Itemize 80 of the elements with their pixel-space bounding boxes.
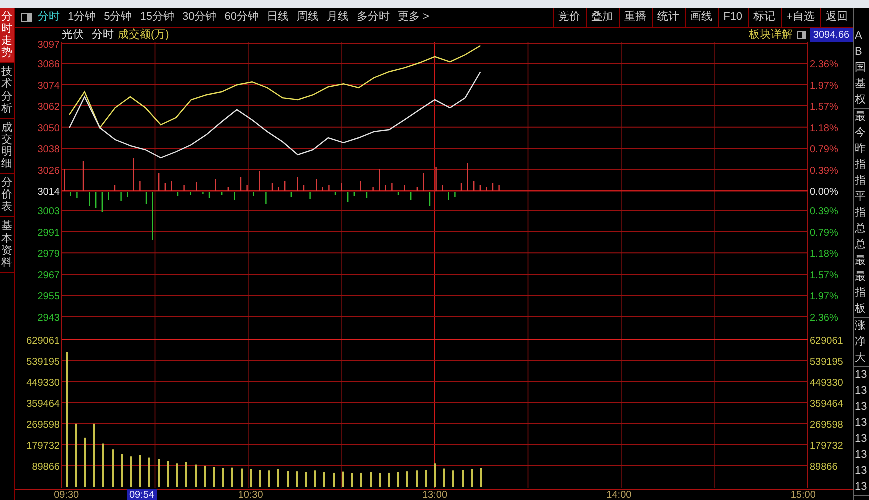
time-label: 10:30 — [238, 490, 264, 500]
sector-name: 光伏 — [62, 28, 84, 43]
info-label: 13 — [854, 432, 868, 447]
percent-label: 0.39% — [810, 166, 838, 177]
axis-label: 89866 — [32, 462, 60, 473]
axis-label: 2991 — [38, 228, 60, 239]
info-label: 昨 — [854, 142, 867, 157]
info-label: 指 — [854, 286, 867, 301]
info-label: 13 — [854, 480, 868, 495]
info-label: 13 — [854, 448, 868, 463]
info-label: 指 — [854, 174, 867, 189]
percent-label: 1.57% — [810, 270, 838, 282]
percent-label: 0.00% — [810, 187, 838, 198]
info-label: 最 — [854, 270, 867, 285]
cursor-time-label: 09:54 — [127, 489, 157, 500]
indicator-label: 成交额(万) — [118, 28, 170, 43]
info-label: 权 — [854, 93, 867, 108]
axis-label: 179732 — [810, 441, 844, 452]
axis-label: 629061 — [810, 336, 844, 347]
info-label: 指 — [854, 206, 867, 221]
info-label: 涨 — [854, 319, 867, 334]
time-label: 14:00 — [606, 490, 632, 500]
percent-label: 0.79% — [810, 228, 838, 239]
axis-label: 3086 — [38, 60, 60, 70]
percent-label: 1.18% — [810, 249, 838, 260]
info-label: 最 — [854, 110, 867, 125]
axis-label: 3014 — [38, 187, 60, 198]
info-label: 板 — [854, 302, 867, 317]
axis-label: 3038 — [38, 144, 60, 156]
axis-label: 2943 — [38, 313, 60, 324]
axis-label: 629061 — [26, 336, 60, 347]
info-label: 13 — [854, 464, 868, 479]
info-label: 平 — [854, 190, 867, 205]
axis-label: 539195 — [26, 357, 60, 368]
axis-label: 3003 — [38, 206, 60, 218]
time-label: 13:00 — [422, 490, 448, 500]
axis-label: 269598 — [810, 420, 844, 431]
axis-label: 179732 — [26, 441, 60, 452]
percent-label: 1.57% — [810, 102, 838, 114]
info-label: A — [854, 29, 864, 44]
axis-label: 449330 — [810, 378, 844, 389]
info-label: 13 — [854, 384, 868, 399]
time-label: 09:30 — [54, 490, 80, 500]
axis-label: 3026 — [38, 166, 60, 177]
axis-label: 2979 — [38, 249, 60, 260]
percent-label: 2.36% — [810, 313, 838, 324]
info-label: 总 — [854, 222, 867, 237]
axis-label: 359464 — [810, 399, 844, 410]
info-label: 13 — [854, 400, 868, 415]
axis-label: 3050 — [38, 123, 60, 134]
cursor-price-label: 3094.66 — [810, 28, 853, 42]
info-label: B — [854, 45, 864, 60]
info-label: 总 — [854, 238, 867, 253]
axis-label: 3062 — [38, 102, 60, 114]
percent-label: 0.79% — [810, 144, 838, 156]
info-label: 最 — [854, 254, 867, 269]
axis-label: 2967 — [38, 270, 60, 282]
percent-label: 0.39% — [810, 206, 838, 218]
info-label: 大 — [854, 351, 867, 366]
chart-mode: 分时 — [92, 28, 114, 43]
time-label: 15:00 — [790, 490, 816, 500]
axis-label: 539195 — [810, 357, 844, 368]
percent-label: 2.36% — [810, 60, 838, 70]
info-label: 国 — [854, 61, 867, 76]
percent-label: 1.97% — [810, 292, 838, 303]
info-label: 13 — [854, 416, 868, 431]
axis-label: 2955 — [38, 292, 60, 303]
percent-label: 1.97% — [810, 80, 838, 92]
info-label: 指 — [854, 158, 867, 173]
info-label: 今 — [854, 126, 867, 141]
info-label: 13 — [854, 368, 868, 383]
axis-label: 449330 — [26, 378, 60, 389]
axis-label: 89866 — [810, 462, 838, 473]
axis-label: 3074 — [38, 80, 60, 92]
axis-label: 3097 — [38, 40, 60, 51]
info-label: 基 — [854, 77, 867, 92]
axis-label: 269598 — [26, 420, 60, 431]
percent-label: 1.18% — [810, 123, 838, 134]
axis-label: 359464 — [26, 399, 60, 410]
info-label: 净 — [854, 335, 867, 350]
